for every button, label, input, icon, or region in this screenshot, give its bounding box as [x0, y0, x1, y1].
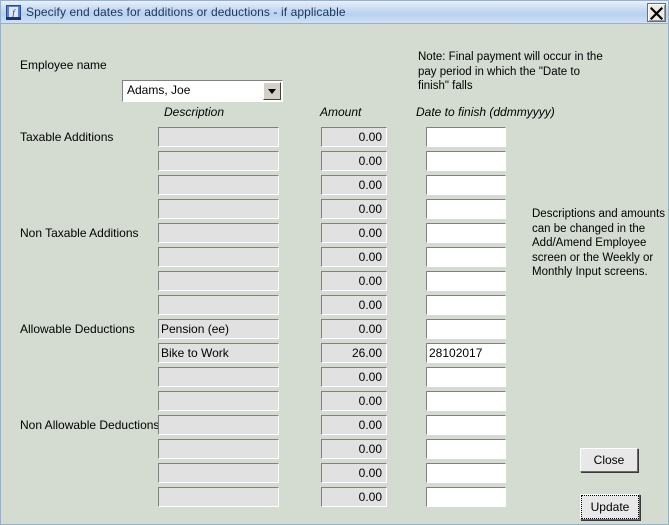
employee-name-value: Adams, Joe [127, 83, 191, 97]
description-input[interactable] [158, 151, 279, 171]
group-label: Non Allowable Deductions [20, 418, 160, 432]
amount-input[interactable]: 0.00 [321, 439, 387, 459]
date-input[interactable] [426, 439, 506, 459]
description-input[interactable] [158, 391, 279, 411]
amount-input[interactable]: 0.00 [321, 367, 387, 387]
date-input[interactable] [426, 319, 506, 339]
amount-input[interactable]: 0.00 [321, 415, 387, 435]
description-input[interactable] [158, 247, 279, 267]
amount-input[interactable]: 26.00 [321, 343, 387, 363]
description-input[interactable]: Pension (ee) [158, 319, 279, 339]
column-header-amount: Amount [320, 105, 362, 119]
employee-name-select[interactable]: Adams, Joe [122, 80, 283, 102]
description-input[interactable] [158, 295, 279, 315]
descriptions-hint: Descriptions and amounts can be changed … [532, 208, 665, 278]
description-input[interactable] [158, 367, 279, 387]
amount-input[interactable]: 0.00 [321, 391, 387, 411]
date-input[interactable] [426, 175, 506, 195]
date-input[interactable] [426, 223, 506, 243]
app-icon: f [6, 5, 21, 20]
date-input[interactable]: 28102017 [426, 343, 506, 363]
amount-input[interactable]: 0.00 [321, 271, 387, 291]
description-input[interactable] [158, 127, 279, 147]
description-input[interactable] [158, 487, 279, 507]
description-input[interactable] [158, 415, 279, 435]
dialog-body: Employee name Adams, Joe Note: Final pay… [1, 24, 668, 524]
close-button[interactable]: Close [580, 448, 638, 472]
column-header-description: Description [164, 105, 225, 119]
group-label: Non Taxable Additions [20, 226, 139, 240]
amount-input[interactable]: 0.00 [321, 223, 387, 243]
title-bar: f Specify end dates for additions or ded… [1, 1, 668, 24]
date-input[interactable] [426, 415, 506, 435]
amount-input[interactable]: 0.00 [321, 175, 387, 195]
amount-input[interactable]: 0.00 [321, 247, 387, 267]
amount-input[interactable]: 0.00 [321, 319, 387, 339]
final-payment-note: Note: Final payment will occur in the pa… [418, 51, 603, 92]
close-icon[interactable] [647, 3, 666, 22]
description-input[interactable] [158, 271, 279, 291]
window-title: Specify end dates for additions or deduc… [26, 5, 346, 19]
close-button-label: Close [593, 453, 625, 467]
date-input[interactable] [426, 127, 506, 147]
group-label: Taxable Additions [20, 130, 114, 144]
description-input[interactable] [158, 439, 279, 459]
date-input[interactable] [426, 463, 506, 483]
chevron-down-icon[interactable] [263, 82, 281, 100]
description-input[interactable] [158, 223, 279, 243]
amount-input[interactable]: 0.00 [321, 199, 387, 219]
date-input[interactable] [426, 151, 506, 171]
date-input[interactable] [426, 247, 506, 267]
date-input[interactable] [426, 367, 506, 387]
amount-input[interactable]: 0.00 [321, 463, 387, 483]
description-input[interactable]: Bike to Work [158, 343, 279, 363]
date-input[interactable] [426, 295, 506, 315]
date-input[interactable] [426, 391, 506, 411]
update-button-label: Update [581, 495, 639, 519]
date-input[interactable] [426, 487, 506, 507]
employee-name-label: Employee name [20, 58, 107, 72]
description-input[interactable] [158, 463, 279, 483]
date-input[interactable] [426, 271, 506, 291]
update-button[interactable]: Update [580, 494, 640, 520]
dialog-window: f Specify end dates for additions or ded… [0, 0, 669, 525]
amount-input[interactable]: 0.00 [321, 151, 387, 171]
date-input[interactable] [426, 199, 506, 219]
amount-input[interactable]: 0.00 [321, 127, 387, 147]
amount-input[interactable]: 0.00 [321, 295, 387, 315]
group-label: Allowable Deductions [20, 322, 135, 336]
column-header-date: Date to finish (ddmmyyyy) [416, 105, 555, 119]
description-input[interactable] [158, 199, 279, 219]
description-input[interactable] [158, 175, 279, 195]
amount-input[interactable]: 0.00 [321, 487, 387, 507]
